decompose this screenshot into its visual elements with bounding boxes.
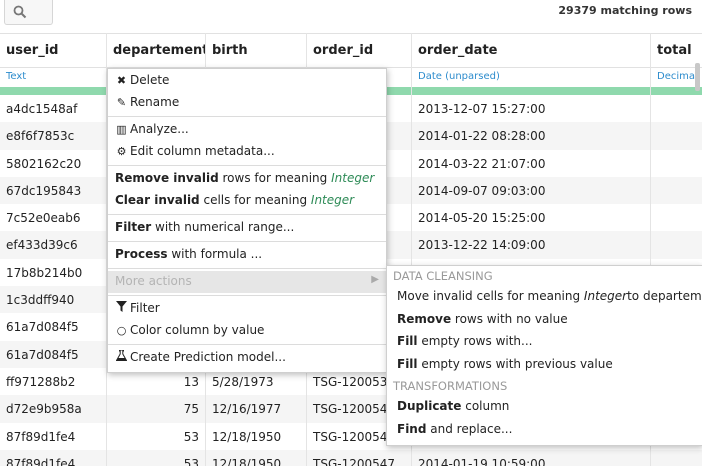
close-icon: ✖ xyxy=(116,74,127,87)
table-cell[interactable]: 61a7d084f5 xyxy=(0,340,106,368)
vertical-scrollbar[interactable] xyxy=(695,63,700,91)
bar-chart-icon: ▥ xyxy=(116,123,127,136)
column-header[interactable]: order_id xyxy=(307,33,411,68)
table-cell[interactable] xyxy=(651,150,702,177)
menu-filter-numerical-range[interactable]: Filter with numerical range... xyxy=(108,217,386,239)
column-meaning[interactable]: Date (unparsed) xyxy=(412,68,650,87)
menu-edit-metadata[interactable]: ⚙ Edit column metadata... xyxy=(108,141,386,163)
section-transformations: TRANSFORMATIONS xyxy=(393,379,508,393)
submenu-fill-previous-value[interactable]: Fill empty rows with previous value xyxy=(387,354,702,377)
palette-icon: ○ xyxy=(116,324,127,337)
gear-icon: ⚙ xyxy=(116,145,127,158)
table-cell[interactable]: a4dc1548af xyxy=(0,95,106,122)
table-cell[interactable]: 61a7d084f5 xyxy=(0,313,106,340)
table-cell[interactable]: 2014-09-07 09:03:00 xyxy=(412,176,650,205)
column-header[interactable]: user_id xyxy=(0,33,106,68)
table-cell[interactable] xyxy=(651,122,702,150)
search-icon xyxy=(13,5,27,19)
menu-analyze[interactable]: ▥ Analyze... xyxy=(108,119,386,141)
flask-icon xyxy=(115,349,128,364)
matching-rows-count: 29379 matching rows xyxy=(558,4,692,17)
edit-icon: ✎ xyxy=(116,96,127,109)
column-header[interactable]: departement xyxy=(107,33,205,68)
table-cell[interactable]: ff971288b2 xyxy=(0,368,106,395)
column-context-menu: ✖ Delete ✎ Rename ▥ Analyze... ⚙ Edit column… xyxy=(107,68,387,373)
column-meaning[interactable]: Text xyxy=(0,68,106,87)
table-cell[interactable]: 53 xyxy=(107,423,205,450)
table-cell[interactable]: 2014-03-22 21:07:00 xyxy=(412,150,650,177)
divider xyxy=(108,268,386,269)
menu-create-prediction[interactable]: Create Prediction model... xyxy=(108,347,386,369)
table-cell[interactable]: 2014-01-22 08:28:00 xyxy=(412,122,650,150)
menu-remove-invalid-rows[interactable]: Remove invalid rows for meaning Integer xyxy=(108,168,386,190)
filter-icon xyxy=(115,301,128,315)
table-cell[interactable]: e8f6f7853c xyxy=(0,122,106,150)
menu-clear-invalid-cells[interactable]: Clear invalid cells for meaning Integer xyxy=(108,190,386,212)
table-cell[interactable]: 7c52e0eab6 xyxy=(0,204,106,231)
table-cell[interactable]: 2014-01-19 10:59:00 xyxy=(412,449,650,466)
search-button[interactable] xyxy=(4,0,53,25)
table-cell[interactable] xyxy=(651,231,702,259)
divider xyxy=(108,241,386,242)
table-cell[interactable]: TSG-1200547 xyxy=(307,449,411,466)
divider xyxy=(108,165,386,166)
table-cell[interactable]: 12/18/1950 xyxy=(206,423,306,450)
table-cell[interactable]: 2013-12-07 15:27:00 xyxy=(412,95,650,122)
table-cell[interactable]: 53 xyxy=(107,449,205,466)
column-user-id: user_id Text a4dc1548af e8f6f7853c 5802162c2… xyxy=(0,33,107,466)
submenu-move-invalid[interactable]: Move invalid cells for meaning Integerto… xyxy=(387,286,702,309)
menu-delete[interactable]: ✖ Delete xyxy=(108,70,386,92)
menu-filter[interactable]: Filter xyxy=(108,298,386,320)
table-cell[interactable]: 67dc195843 xyxy=(0,176,106,205)
submenu-duplicate-column[interactable]: Duplicate column xyxy=(387,396,702,419)
table-cell[interactable]: 75 xyxy=(107,395,205,423)
menu-process-formula[interactable]: Process with formula ... xyxy=(108,244,386,266)
table-cell[interactable] xyxy=(651,204,702,231)
column-header[interactable]: order_date xyxy=(412,33,650,68)
chevron-right-icon: ▶ xyxy=(371,274,379,285)
table-cell[interactable]: 12/16/1977 xyxy=(206,395,306,423)
menu-color-by-value[interactable]: ○ Color column by value xyxy=(108,320,386,342)
divider xyxy=(108,116,386,117)
column-header[interactable]: birth xyxy=(206,33,306,68)
table-cell[interactable]: 5802162c20 xyxy=(0,150,106,177)
more-actions-submenu: DATA CLEANSING Move invalid cells for me… xyxy=(386,265,702,446)
table-cell[interactable]: d72e9b958a xyxy=(0,395,106,423)
submenu-fill-empty-rows[interactable]: Fill empty rows with... xyxy=(387,331,702,354)
validity-bar xyxy=(412,87,650,95)
toolbar: 29379 matching rows xyxy=(0,0,702,33)
validity-bar xyxy=(0,87,106,95)
table-cell[interactable]: 12/18/1950 xyxy=(206,449,306,466)
submenu-find-replace[interactable]: Find and replace... xyxy=(387,419,702,442)
table-cell[interactable]: 87f89d1fe4 xyxy=(0,423,106,450)
menu-rename[interactable]: ✎ Rename xyxy=(108,92,386,114)
divider xyxy=(108,295,386,296)
divider xyxy=(108,344,386,345)
table-cell[interactable]: 87f89d1fe4 xyxy=(0,449,106,466)
table-cell[interactable]: 2013-12-22 14:09:00 xyxy=(412,231,650,259)
table-cell[interactable]: ef433d39c6 xyxy=(0,231,106,259)
column-header[interactable]: total xyxy=(651,33,702,68)
table-cell[interactable]: 1c3ddff940 xyxy=(0,286,106,314)
table-cell[interactable] xyxy=(651,95,702,122)
divider xyxy=(108,214,386,215)
table-cell[interactable]: 17b8b214b0 xyxy=(0,259,106,286)
submenu-remove-empty-rows[interactable]: Remove rows with no value xyxy=(387,309,702,332)
table-cell[interactable] xyxy=(651,176,702,205)
table-cell[interactable]: 2014-05-20 15:25:00 xyxy=(412,204,650,231)
table-cell[interactable] xyxy=(651,449,702,466)
menu-more-actions[interactable]: More actions ▶ xyxy=(108,271,386,293)
section-data-cleansing: DATA CLEANSING xyxy=(393,269,493,283)
